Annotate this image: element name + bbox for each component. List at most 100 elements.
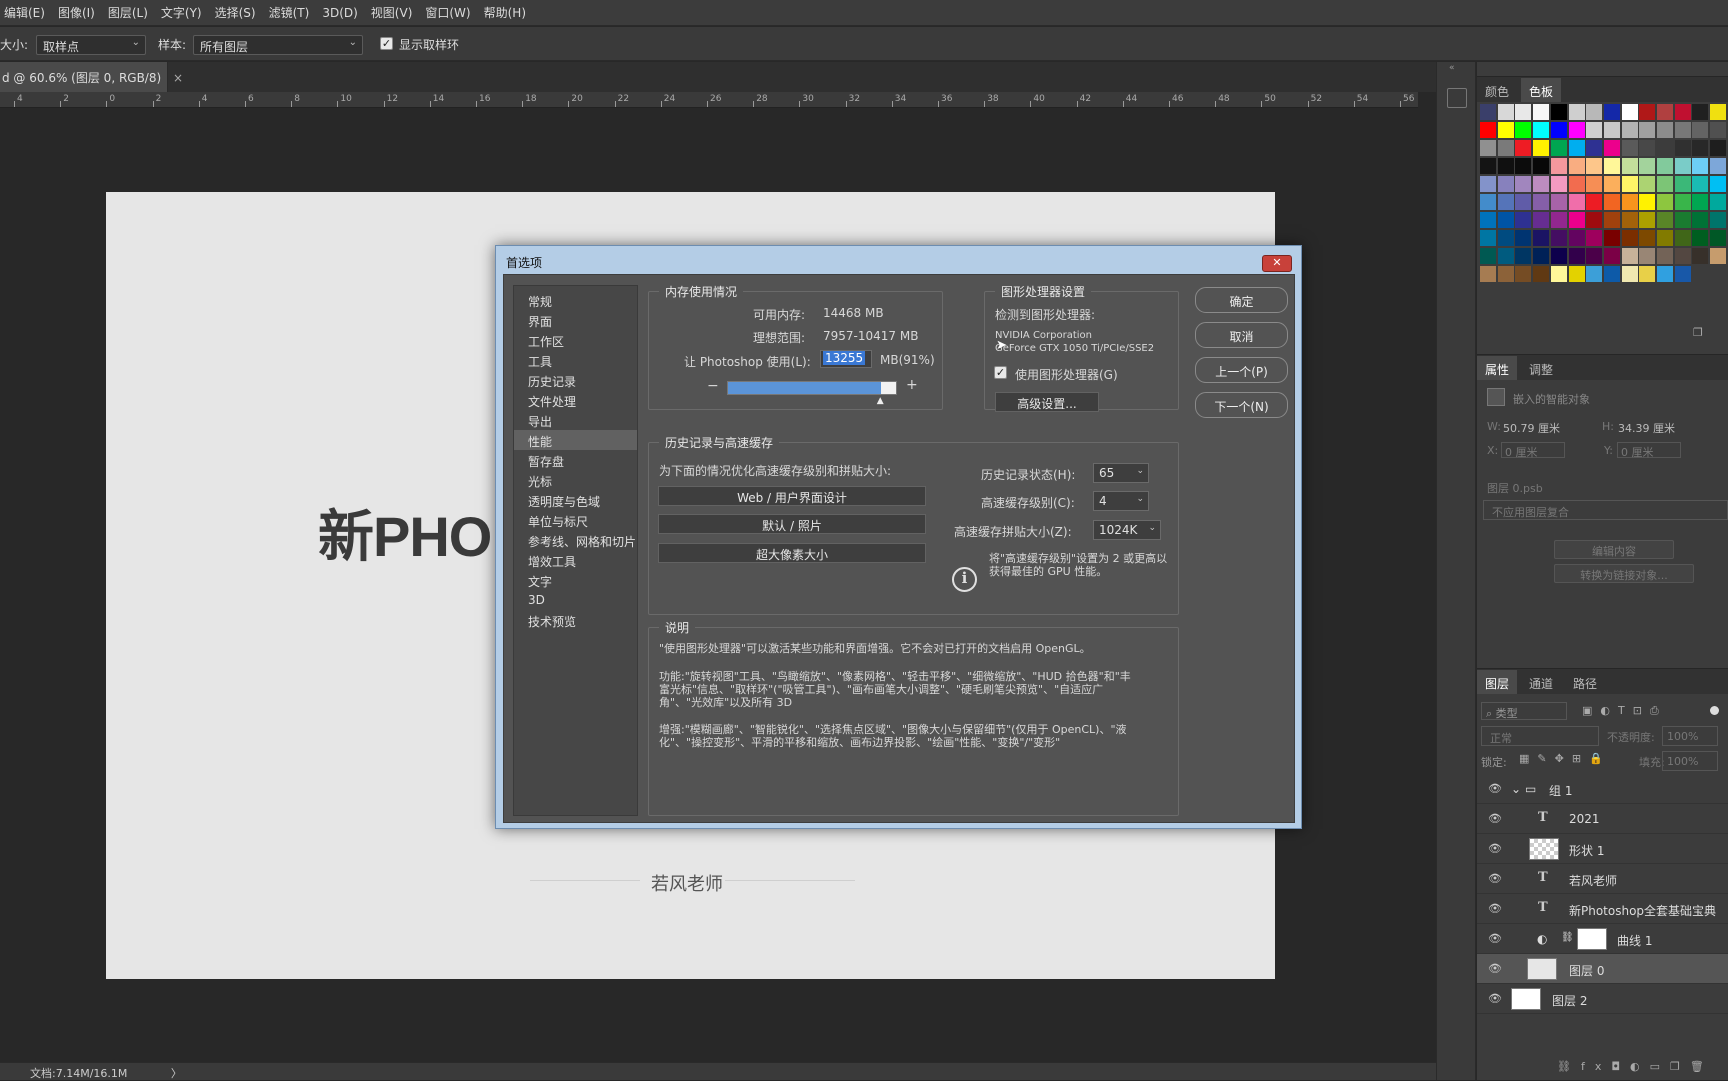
close-icon[interactable]: ✕	[1262, 255, 1292, 272]
new-swatch-icon[interactable]: ❐	[1693, 326, 1703, 339]
sample-select[interactable]: 所有图层 ⌄	[193, 35, 363, 55]
color-swatch[interactable]	[1533, 158, 1550, 174]
color-swatch[interactable]	[1568, 248, 1585, 264]
color-swatch[interactable]	[1603, 230, 1620, 246]
visibility-eye-icon[interactable]: 👁	[1488, 842, 1502, 855]
color-swatch[interactable]	[1639, 158, 1656, 174]
color-swatch[interactable]	[1497, 158, 1514, 174]
color-swatch[interactable]	[1603, 248, 1620, 264]
color-swatch[interactable]	[1621, 194, 1638, 210]
color-swatch[interactable]	[1497, 194, 1514, 210]
color-swatch[interactable]	[1568, 104, 1585, 120]
ram-decrease-icon[interactable]: −	[707, 378, 719, 394]
visibility-eye-icon[interactable]: 👁	[1488, 932, 1502, 945]
color-swatch[interactable]	[1497, 266, 1514, 282]
filter-toggle-icon[interactable]	[1710, 706, 1719, 715]
menu-item[interactable]: 窗口(W)	[421, 4, 479, 21]
category-item[interactable]: 3D	[514, 590, 637, 610]
layer-row[interactable]: 👁 T 新Photoshop全套基础宝典	[1477, 894, 1728, 924]
color-swatch[interactable]	[1480, 122, 1496, 138]
color-swatch[interactable]	[1497, 212, 1514, 228]
color-swatch[interactable]	[1621, 266, 1638, 282]
category-item[interactable]: 单位与标尺	[514, 510, 637, 530]
layer-filter-select[interactable]: ⌕ 类型	[1481, 702, 1567, 720]
color-swatch[interactable]	[1710, 158, 1727, 174]
color-swatch[interactable]	[1657, 140, 1673, 156]
color-swatch[interactable]	[1550, 122, 1567, 138]
color-swatch[interactable]	[1692, 248, 1709, 264]
color-swatch[interactable]	[1586, 230, 1603, 246]
show-ring-checkbox[interactable]: ✓	[380, 37, 393, 50]
color-swatch[interactable]	[1550, 212, 1567, 228]
menu-item[interactable]: 视图(V)	[367, 4, 422, 21]
huge-pixel-dimensions-button[interactable]: 超大像素大小	[658, 543, 926, 563]
menu-item[interactable]: 帮助(H)	[480, 4, 535, 21]
color-swatch[interactable]	[1568, 230, 1585, 246]
category-item[interactable]: 工具	[514, 350, 637, 370]
color-swatch[interactable]	[1568, 212, 1585, 228]
layer-row[interactable]: 👁 T 若风老师	[1477, 864, 1728, 894]
color-swatch[interactable]	[1533, 248, 1550, 264]
menu-item[interactable]: 选择(S)	[211, 4, 265, 21]
color-swatch[interactable]	[1586, 140, 1603, 156]
color-swatch[interactable]	[1515, 194, 1532, 210]
color-swatch[interactable]	[1515, 104, 1532, 120]
color-swatch[interactable]	[1533, 266, 1550, 282]
color-swatch[interactable]	[1515, 248, 1532, 264]
visibility-eye-icon[interactable]: 👁	[1488, 782, 1502, 795]
color-swatch[interactable]	[1657, 194, 1673, 210]
visibility-eye-icon[interactable]: 👁	[1488, 812, 1502, 825]
color-swatch[interactable]	[1603, 158, 1620, 174]
menu-item[interactable]: 滤镜(T)	[265, 4, 319, 21]
color-swatch[interactable]	[1586, 248, 1603, 264]
history-states-combo[interactable]: 65 ⌄	[1093, 463, 1149, 483]
color-swatch[interactable]	[1497, 104, 1514, 120]
color-swatch[interactable]	[1674, 248, 1691, 264]
color-swatch[interactable]	[1657, 176, 1673, 192]
status-arrow-icon[interactable]: 〉	[171, 1067, 182, 1080]
cancel-button[interactable]: 取消	[1195, 322, 1288, 348]
color-swatch[interactable]	[1674, 230, 1691, 246]
color-swatch[interactable]	[1533, 176, 1550, 192]
color-swatch[interactable]	[1568, 176, 1585, 192]
color-swatch[interactable]	[1586, 158, 1603, 174]
cache-levels-combo[interactable]: 4 ⌄	[1093, 491, 1149, 511]
width-value[interactable]: 50.79 厘米	[1503, 420, 1560, 436]
color-swatch[interactable]	[1550, 194, 1567, 210]
color-swatch[interactable]	[1586, 266, 1603, 282]
color-swatch[interactable]	[1515, 212, 1532, 228]
color-swatch[interactable]	[1533, 194, 1550, 210]
color-swatch[interactable]	[1586, 176, 1603, 192]
color-swatch[interactable]	[1480, 230, 1496, 246]
y-input[interactable]: 0 厘米	[1617, 442, 1681, 459]
color-swatch[interactable]	[1480, 212, 1496, 228]
color-swatch[interactable]	[1568, 194, 1585, 210]
color-swatch[interactable]	[1692, 176, 1709, 192]
blend-mode-select[interactable]: 正常	[1481, 726, 1599, 746]
tab-channels[interactable]: 通道	[1521, 670, 1561, 694]
color-swatch[interactable]	[1657, 104, 1673, 120]
category-item[interactable]: 文件处理	[514, 390, 637, 410]
color-swatch[interactable]	[1674, 194, 1691, 210]
color-swatch[interactable]	[1550, 230, 1567, 246]
layer-filter-icons[interactable]: ▣◐T⊡⎙	[1582, 704, 1667, 718]
category-item[interactable]: 技术预览	[514, 610, 637, 630]
color-swatch[interactable]	[1710, 194, 1727, 210]
ram-slider-track[interactable]	[727, 381, 897, 395]
menu-item[interactable]: 图层(L)	[104, 4, 157, 21]
color-swatch[interactable]	[1515, 158, 1532, 174]
visibility-eye-icon[interactable]: 👁	[1488, 992, 1502, 1005]
color-swatch[interactable]	[1568, 140, 1585, 156]
layer-row[interactable]: 👁 ⌄ ▭ 组 1	[1477, 774, 1728, 804]
menu-item[interactable]: 3D(D)	[318, 6, 366, 20]
web-ui-design-button[interactable]: Web / 用户界面设计	[658, 486, 926, 506]
color-swatch[interactable]	[1603, 122, 1620, 138]
use-gpu-checkbox[interactable]: ✓	[994, 366, 1007, 379]
color-swatch[interactable]	[1515, 122, 1532, 138]
color-swatch[interactable]	[1497, 122, 1514, 138]
layer-row[interactable]: 👁 图层 2	[1477, 984, 1728, 1014]
color-swatch[interactable]	[1621, 212, 1638, 228]
lock-icons[interactable]: ▦✎✥⊞🔒	[1519, 752, 1611, 765]
visibility-eye-icon[interactable]: 👁	[1488, 962, 1502, 975]
category-item[interactable]: 常规	[514, 290, 637, 310]
